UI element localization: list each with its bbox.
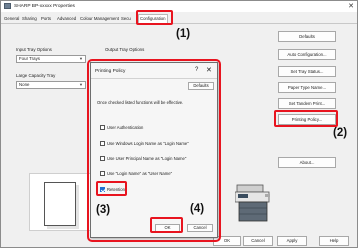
output-tray-label: Output Tray Options [105, 47, 145, 52]
apply-button[interactable]: Apply [277, 236, 307, 246]
tab-colour-management[interactable]: Colour Management [79, 15, 120, 23]
about-button[interactable]: About... [278, 157, 336, 168]
input-tray-select[interactable]: Four Trays ▼ [16, 55, 86, 63]
copier-icon [235, 184, 270, 222]
large-capacity-value: None [19, 82, 30, 87]
callout-box-2 [274, 110, 338, 127]
close-icon[interactable]: ✕ [348, 2, 354, 10]
large-capacity-select[interactable]: None ▼ [16, 81, 86, 89]
tab-ports[interactable]: Ports [40, 15, 52, 23]
large-capacity-label: Large Capacity Tray [16, 73, 56, 78]
window-title: SHARP BP-xxxxx Properties [14, 4, 75, 9]
help-button[interactable]: Help [319, 236, 349, 246]
chevron-down-icon: ▼ [79, 82, 83, 87]
tab-general[interactable]: General [3, 15, 20, 23]
tab-security[interactable]: Secu [120, 15, 132, 23]
input-tray-label: Input Tray Options [16, 47, 52, 52]
callout-frame-dialog [87, 59, 221, 242]
tab-bar: General Sharing Ports Advanced Colour Ma… [1, 14, 357, 23]
set-tray-status-button[interactable]: Set Tray Status... [278, 66, 336, 77]
title-bar: SHARP BP-xxxxx Properties ✕ [1, 1, 357, 12]
paper-preview [29, 173, 91, 231]
printer-icon [4, 3, 11, 9]
input-tray-value: Four Trays [19, 56, 40, 61]
paper-sheet-icon [44, 182, 76, 226]
tab-divider [1, 23, 357, 24]
set-tandem-print-button[interactable]: Set Tandem Print... [278, 98, 336, 109]
cancel-button[interactable]: Cancel [243, 236, 273, 246]
auto-configuration-button[interactable]: Auto Configuration... [278, 49, 336, 60]
callout-box-1 [136, 10, 173, 25]
defaults-button[interactable]: Defaults [278, 31, 336, 42]
tab-sharing[interactable]: Sharing [21, 15, 38, 23]
paper-type-name-button[interactable]: Paper Type Name... [278, 82, 336, 93]
chevron-down-icon: ▼ [79, 56, 83, 61]
callout-label-2: (2) [333, 127, 348, 139]
callout-label-1: (1) [176, 28, 191, 40]
tab-advanced[interactable]: Advanced [56, 15, 77, 23]
